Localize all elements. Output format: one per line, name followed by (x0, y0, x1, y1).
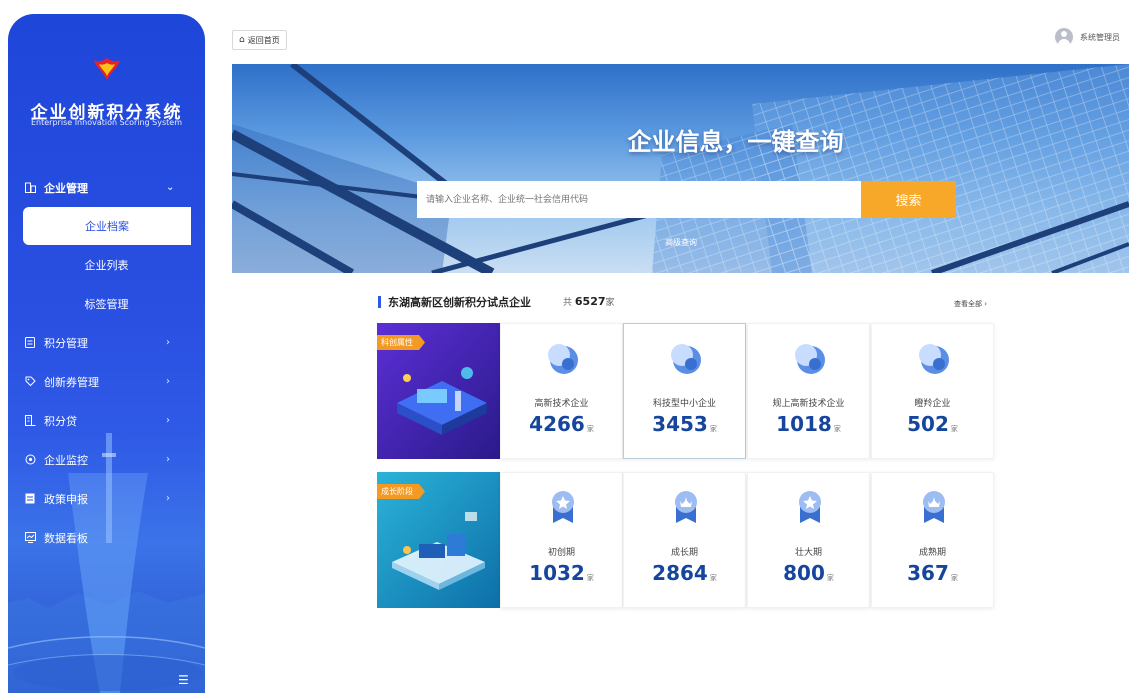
stat-card-gazelle[interactable]: 瞪羚企业 502 家 (871, 323, 994, 459)
clipboard-icon (24, 337, 36, 349)
dashboard-icon (24, 532, 36, 544)
stat-label: 初创期 (547, 548, 575, 558)
menu-enterprise-list[interactable]: 企业列表 (8, 245, 205, 284)
collapse-menu-icon[interactable]: ☰ (178, 673, 189, 687)
menu-points-management[interactable]: 积分管理 › (8, 323, 205, 362)
count-value: 6527 (574, 295, 606, 308)
category-tag: 成长阶段 (377, 484, 425, 499)
sidebar-menu: 企业管理 ⌄ 企业档案 企业列表 标签管理 积分管理 › 创新券管理 › 积分贷… (8, 168, 205, 557)
search-button[interactable]: 搜索 (861, 181, 956, 218)
chevron-right-icon: › (166, 376, 170, 387)
count-unit: 家 (605, 298, 615, 308)
target-icon (24, 454, 36, 466)
card-row-growth-stage: 成长阶段 初创期 1032 家 成长期 2864 家 壮大期 800 家 成熟期 36… (377, 472, 994, 608)
stat-label: 科技型中小企业 (652, 399, 716, 409)
petrochina-logo (8, 56, 205, 82)
bank-icon (24, 415, 36, 427)
moon-badge-icon (548, 344, 578, 374)
stat-value: 1018 家 (776, 412, 841, 436)
stat-value: 800 家 (783, 561, 834, 585)
count-prefix: 共 (563, 298, 573, 308)
menu-tag-management[interactable]: 标签管理 (8, 284, 205, 323)
menu-enterprise-management[interactable]: 企业管理 ⌄ (8, 168, 205, 207)
back-home-button[interactable]: ⌂ 返回首页 (232, 30, 287, 50)
menu-label: 数据看板 (44, 531, 88, 545)
medal-icon (552, 491, 574, 523)
stat-label: 瞪羚企业 (914, 399, 951, 409)
building-icon (24, 182, 36, 194)
medal-icon (675, 491, 697, 523)
menu-label: 创新券管理 (44, 375, 99, 389)
menu-enterprise-monitor[interactable]: 企业监控 › (8, 440, 205, 479)
chevron-right-icon: › (166, 337, 170, 348)
growth-stage-illustration: 成长阶段 (377, 472, 500, 608)
menu-voucher-management[interactable]: 创新券管理 › (8, 362, 205, 401)
stat-card-mature[interactable]: 成熟期 367 家 (871, 472, 994, 608)
menu-policy-application[interactable]: 政策申报 › (8, 479, 205, 518)
stat-card-growth[interactable]: 成长期 2864 家 (623, 472, 746, 608)
user-name: 系统管理员 (1080, 32, 1120, 42)
user-menu[interactable]: 系统管理员 (1055, 28, 1120, 46)
tag-icon (24, 376, 36, 388)
stat-value: 502 家 (907, 412, 958, 436)
stat-value: 2864 家 (652, 561, 717, 585)
menu-label: 企业管理 (44, 181, 88, 195)
stat-value: 367 家 (907, 561, 958, 585)
menu-label: 政策申报 (44, 492, 88, 506)
menu-label: 企业监控 (44, 453, 88, 467)
stat-card-high-tech[interactable]: 高新技术企业 4266 家 (500, 323, 623, 459)
section-accent-bar (378, 296, 381, 308)
stat-label: 壮大期 (794, 548, 822, 558)
medal-icon (923, 491, 945, 523)
stat-label: 成熟期 (918, 548, 946, 558)
chevron-right-icon: › (166, 493, 170, 504)
search-banner: 企业信息，一键查询 搜索 高级查询 (232, 64, 1129, 273)
stat-card-sme[interactable]: 科技型中小企业 3453 家 (623, 323, 746, 459)
stat-label: 高新技术企业 (534, 399, 589, 409)
view-all-link[interactable]: 查看全部 › (954, 299, 987, 309)
search-input[interactable] (417, 181, 862, 218)
moon-badge-icon (919, 344, 949, 374)
section-count: 共 6527家 (563, 295, 615, 308)
menu-data-dashboard[interactable]: 数据看板 (8, 518, 205, 557)
back-home-label: 返回首页 (247, 35, 280, 45)
stat-value: 4266 家 (529, 412, 594, 436)
banner-title: 企业信息，一键查询 (627, 128, 844, 156)
chevron-right-icon: › (166, 415, 170, 426)
stat-card-startup[interactable]: 初创期 1032 家 (500, 472, 623, 608)
chevron-down-icon: ⌄ (166, 182, 175, 193)
stat-card-expansion[interactable]: 壮大期 800 家 (747, 472, 870, 608)
menu-label: 积分管理 (44, 336, 88, 350)
moon-badge-icon (795, 344, 825, 374)
stat-label: 成长期 (670, 548, 698, 558)
card-row-tech-attributes: 科创属性 高新技术企业 4266 家 科技型中小企业 3453 家 规上高新技术企业… (377, 323, 994, 459)
stat-value: 3453 家 (652, 412, 717, 436)
home-icon: ⌂ (239, 35, 245, 45)
menu-label: 积分贷 (44, 414, 77, 428)
avatar (1055, 28, 1073, 46)
sidebar: 企业创新积分系统 Enterprise Innovation Scoring S… (8, 14, 205, 693)
document-icon (24, 493, 36, 505)
stat-value: 1032 家 (529, 561, 594, 585)
medal-icon (799, 491, 821, 523)
advanced-search-link[interactable]: 高级查询 (665, 237, 697, 248)
category-tag: 科创属性 (377, 335, 425, 350)
stat-label: 规上高新技术企业 (772, 399, 845, 409)
menu-points-loan[interactable]: 积分贷 › (8, 401, 205, 440)
chevron-right-icon: › (166, 454, 170, 465)
system-subtitle: Enterprise Innovation Scoring System (31, 118, 182, 127)
moon-badge-icon (671, 344, 701, 374)
stat-card-large-high-tech[interactable]: 规上高新技术企业 1018 家 (747, 323, 870, 459)
menu-enterprise-archive[interactable]: 企业档案 (23, 207, 191, 245)
section-title: 东湖高新区创新积分试点企业 (388, 296, 531, 309)
tech-attributes-illustration: 科创属性 (377, 323, 500, 459)
